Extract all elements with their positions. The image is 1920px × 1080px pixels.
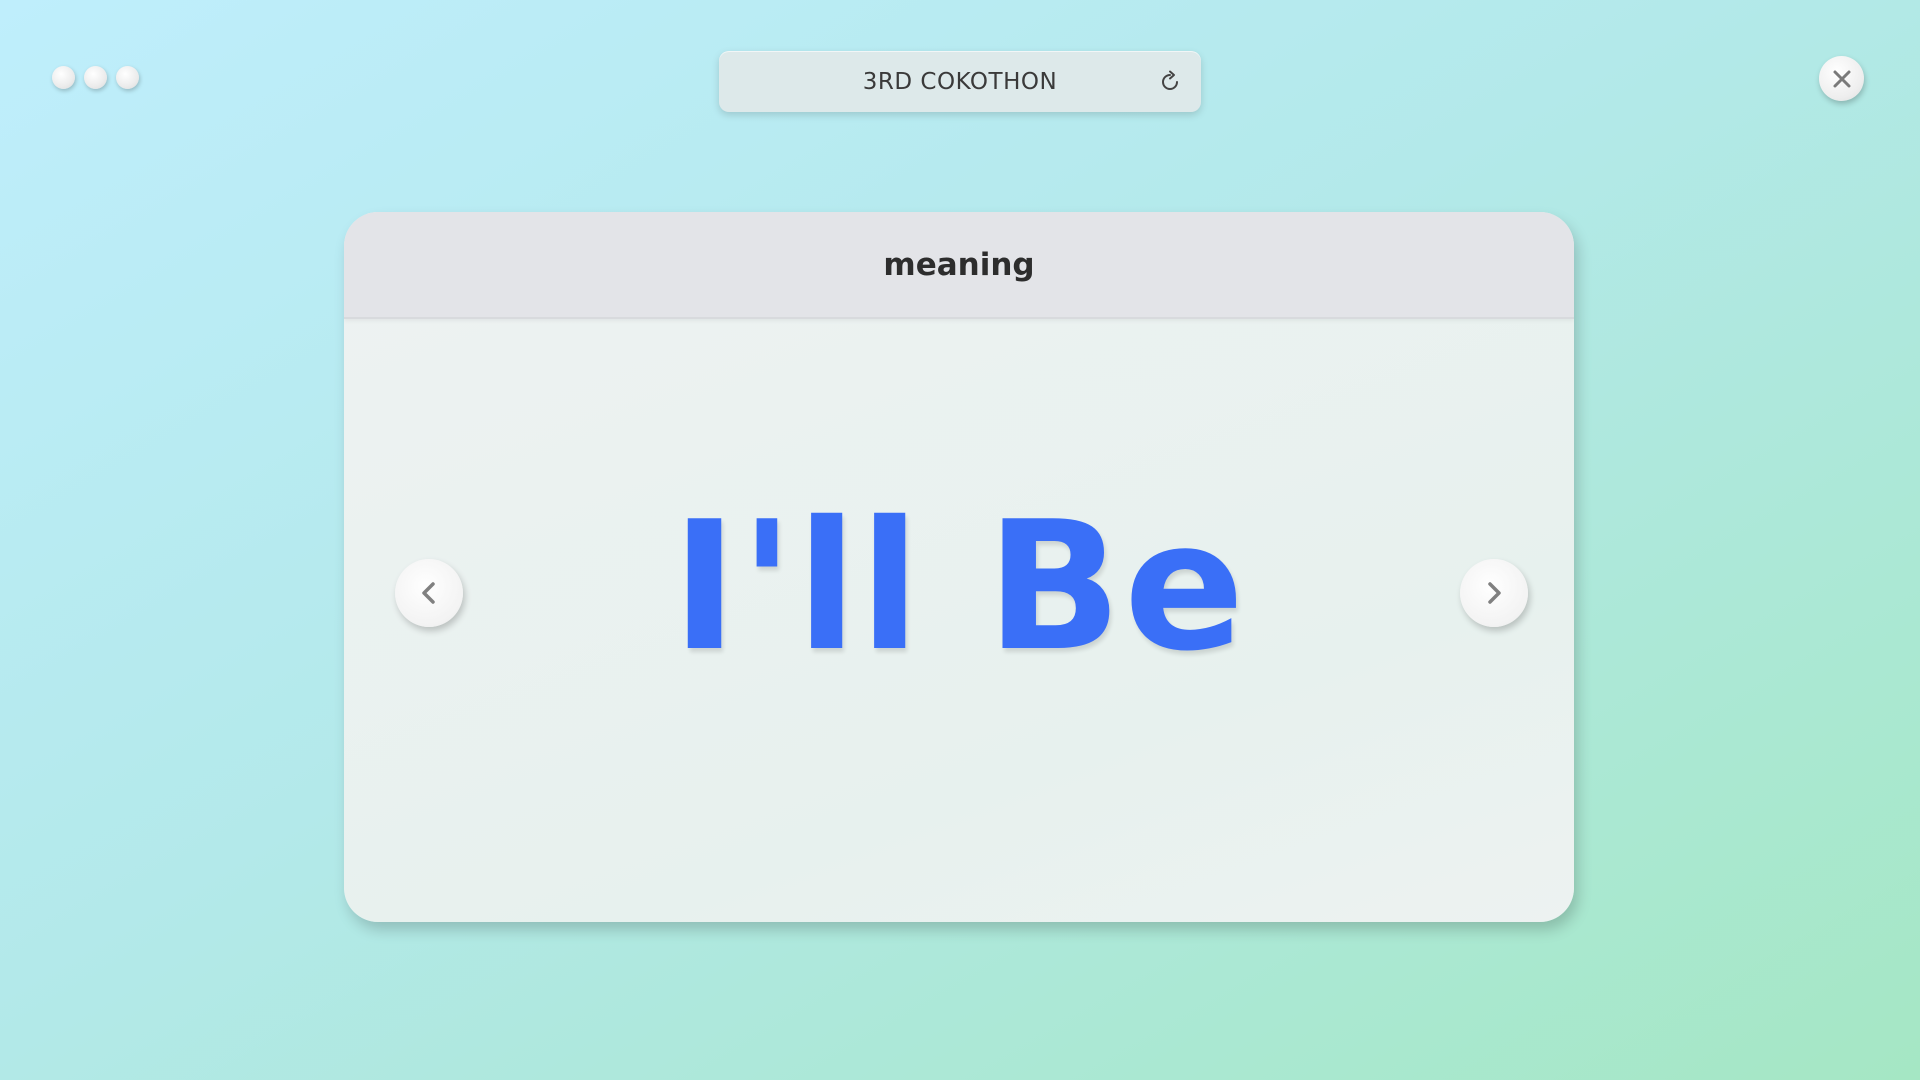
card-header-label[interactable]: meaning (883, 247, 1034, 283)
flashcard-word: I'll Be (671, 483, 1247, 690)
refresh-icon (1162, 70, 1178, 90)
window-dot-2[interactable] (84, 66, 107, 89)
previous-card-button[interactable] (395, 559, 463, 627)
close-icon (1833, 70, 1850, 87)
app-title: 3RD COKOTHON (862, 68, 1058, 95)
next-card-button[interactable] (1460, 559, 1528, 627)
refresh-button[interactable] (1155, 67, 1185, 97)
window-dot-3[interactable] (116, 66, 139, 89)
flashcard: meaning I'll Be (344, 212, 1574, 922)
card-body: I'll Be (344, 319, 1574, 922)
close-button[interactable] (1819, 56, 1864, 101)
title-bar: 3RD COKOTHON (719, 51, 1201, 112)
window-dot-1[interactable] (52, 66, 75, 89)
window-menu-dots[interactable] (52, 66, 139, 89)
chevron-left-icon (422, 582, 435, 604)
chevron-right-icon (1488, 582, 1501, 604)
card-header: meaning (344, 212, 1574, 319)
